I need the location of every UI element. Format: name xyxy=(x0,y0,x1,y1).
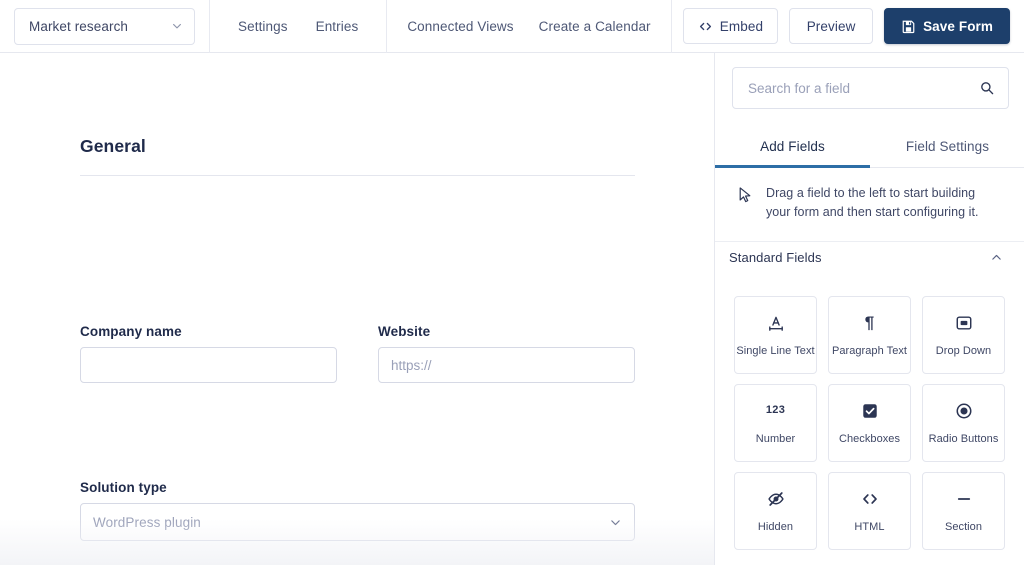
field-card-single-line-text[interactable]: Single Line Text xyxy=(734,296,817,374)
top-toolbar: Market research Settings Entries Connect… xyxy=(0,0,1024,53)
field-card-checkboxes[interactable]: Checkboxes xyxy=(828,384,911,462)
preview-button[interactable]: Preview xyxy=(789,8,874,44)
website-input[interactable] xyxy=(378,347,635,383)
field-card-hidden[interactable]: Hidden xyxy=(734,472,817,550)
pilcrow-glyph: ¶ xyxy=(864,313,875,333)
form-canvas: General Company name Website Solution ty… xyxy=(0,53,714,565)
field-card-section[interactable]: Section xyxy=(922,472,1005,550)
checkbox-checked-icon xyxy=(860,401,880,421)
tab-field-settings[interactable]: Field Settings xyxy=(870,125,1024,167)
minus-dash-icon xyxy=(954,489,974,509)
field-label-website: Website xyxy=(378,324,431,339)
tab-add-fields-label: Add Fields xyxy=(760,138,825,154)
nav-link-entries[interactable]: Entries xyxy=(316,19,359,34)
field-label-solution-type: Solution type xyxy=(80,480,167,495)
nav-group-primary: Settings Entries xyxy=(210,0,386,53)
field-search-box xyxy=(732,67,1009,109)
save-form-button-label: Save Form xyxy=(923,18,993,34)
section-heading-general: General xyxy=(80,136,146,156)
solution-type-select[interactable]: WordPress plugin xyxy=(80,503,635,541)
dropdown-box-icon xyxy=(954,313,974,333)
field-card-label: Single Line Text xyxy=(736,344,815,357)
drag-hint-text: Drag a field to the left to start buildi… xyxy=(766,186,979,220)
field-card-label: HTML xyxy=(854,520,885,533)
nav-link-create-calendar[interactable]: Create a Calendar xyxy=(539,19,651,34)
field-card-radio-buttons[interactable]: Radio Buttons xyxy=(922,384,1005,462)
form-selector-dropdown[interactable]: Market research xyxy=(14,7,195,45)
field-card-label: Section xyxy=(944,520,983,533)
field-card-grid: Single Line Text ¶ Paragraph Text Drop D… xyxy=(734,296,1006,550)
number-glyph: 123 xyxy=(765,404,786,417)
form-builder-app: Market research Settings Entries Connect… xyxy=(0,0,1024,565)
drag-hint: Drag a field to the left to start buildi… xyxy=(715,168,1024,242)
embed-button-label: Embed xyxy=(719,18,764,34)
code-brackets-icon xyxy=(698,19,713,34)
chevron-up-icon[interactable] xyxy=(990,251,1003,264)
nav-group-secondary: Connected Views Create a Calendar xyxy=(387,0,670,53)
tab-field-settings-label: Field Settings xyxy=(905,138,990,154)
form-selector-value: Market research xyxy=(29,18,129,34)
search-icon[interactable] xyxy=(979,80,995,96)
field-card-number[interactable]: 123 Number xyxy=(734,384,817,462)
radio-selected-icon xyxy=(954,401,974,421)
fields-panel: Add Fields Field Settings Drag a field t… xyxy=(714,53,1024,565)
nav-link-settings[interactable]: Settings xyxy=(238,19,288,34)
field-card-paragraph-text[interactable]: ¶ Paragraph Text xyxy=(828,296,911,374)
pilcrow-icon: ¶ xyxy=(860,313,880,333)
field-solution-type: Solution type WordPress plugin xyxy=(80,480,635,541)
field-company-name: Company name xyxy=(80,324,337,383)
number-123-icon: 123 xyxy=(766,401,786,421)
group-header-standard-fields[interactable]: Standard Fields xyxy=(715,235,1024,279)
chevron-down-icon xyxy=(609,516,622,529)
search-input[interactable] xyxy=(748,80,979,96)
field-card-label: Hidden xyxy=(757,520,794,533)
preview-button-label: Preview xyxy=(806,18,856,34)
group-title-standard-fields: Standard Fields xyxy=(729,249,822,265)
tab-add-fields[interactable]: Add Fields xyxy=(715,125,870,168)
eye-off-icon xyxy=(766,489,786,509)
field-label-company-name: Company name xyxy=(80,324,182,339)
company-name-input[interactable] xyxy=(80,347,337,383)
field-card-drop-down[interactable]: Drop Down xyxy=(922,296,1005,374)
save-form-button[interactable]: Save Form xyxy=(884,8,1010,44)
solution-type-value: WordPress plugin xyxy=(93,514,201,530)
chevron-down-icon xyxy=(171,20,183,32)
save-floppy-icon xyxy=(901,19,916,34)
section-divider xyxy=(80,175,635,176)
nav-link-connected-views[interactable]: Connected Views xyxy=(407,19,513,34)
field-card-label: Paragraph Text xyxy=(831,344,908,357)
toolbar-divider-3 xyxy=(670,0,672,53)
field-card-label: Radio Buttons xyxy=(928,432,999,445)
code-brackets-icon xyxy=(860,489,880,509)
field-card-html[interactable]: HTML xyxy=(828,472,911,550)
field-website: Website xyxy=(378,324,635,383)
cursor-pointer-icon xyxy=(737,186,753,204)
field-card-label: Checkboxes xyxy=(838,432,901,445)
panel-tabs: Add Fields Field Settings xyxy=(715,125,1024,168)
embed-button[interactable]: Embed xyxy=(682,8,779,44)
text-width-a-icon xyxy=(766,313,786,333)
field-card-label: Number xyxy=(755,432,796,445)
field-card-label: Drop Down xyxy=(935,344,992,357)
